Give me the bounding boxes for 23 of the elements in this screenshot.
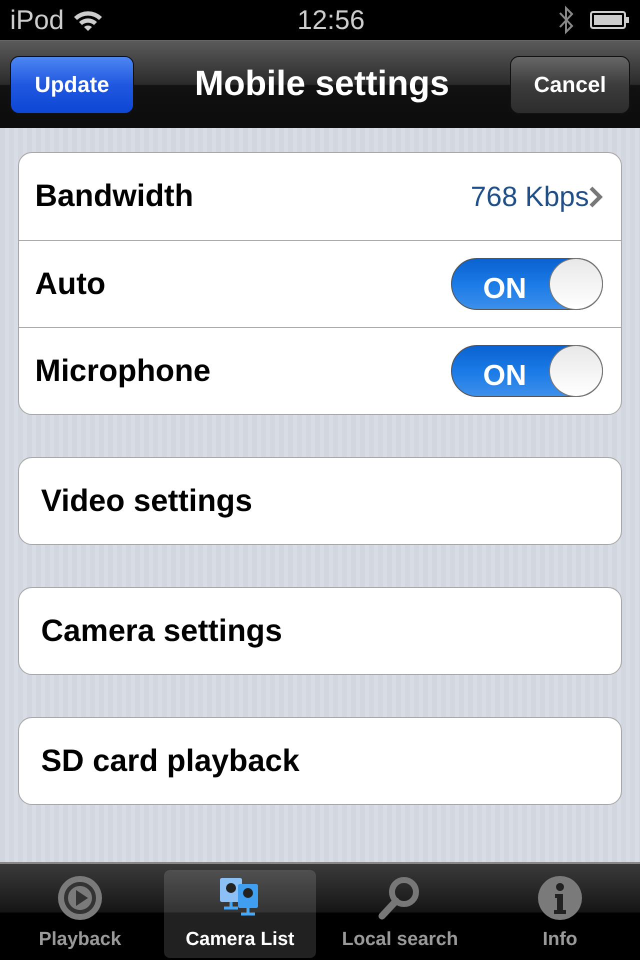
- status-time: 12:56: [297, 4, 365, 37]
- update-button[interactable]: Update: [10, 56, 134, 114]
- tab-item[interactable]: Local search: [324, 870, 476, 958]
- bandwidth-value[interactable]: 768 Kbps: [470, 176, 589, 218]
- setting-label: Auto: [35, 264, 106, 303]
- bluetooth-icon: [558, 5, 574, 35]
- settings-row[interactable]: Video settings: [19, 458, 621, 544]
- tab-item[interactable]: Playback: [4, 870, 156, 958]
- settings-row[interactable]: SD card playback: [19, 718, 621, 804]
- tab-item[interactable]: Camera List: [164, 870, 316, 958]
- screen-title: Mobile settings: [194, 63, 450, 106]
- setting-label: Bandwidth: [35, 177, 194, 216]
- playback-icon: [56, 874, 104, 922]
- toggle-switch[interactable]: ON: [451, 258, 603, 310]
- chevron-icon: [589, 186, 603, 208]
- carrier-name: iPod: [10, 4, 64, 37]
- info-icon: [536, 874, 584, 922]
- battery-icon: [590, 10, 630, 30]
- settings-row[interactable]: Camera settings: [19, 588, 621, 674]
- toggle-switch[interactable]: ON: [451, 345, 603, 397]
- setting-label: Microphone: [35, 352, 211, 390]
- cancel-button[interactable]: Cancel: [510, 56, 630, 114]
- tab-item[interactable]: Info: [484, 870, 636, 958]
